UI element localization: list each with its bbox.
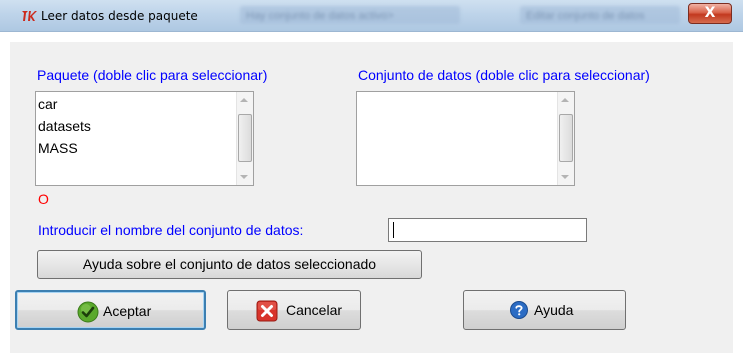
- help-button-label: Ayuda: [534, 302, 574, 318]
- packages-scrollbar[interactable]: [236, 92, 253, 185]
- cancel-button-label: Cancelar: [286, 302, 343, 318]
- title-bar[interactable]: Hay conjunto de datos activo> Editar con…: [0, 0, 743, 32]
- dialog-window: Hay conjunto de datos activo> Editar con…: [0, 0, 743, 360]
- list-item[interactable]: car: [38, 93, 91, 115]
- ok-button[interactable]: Aceptar: [15, 290, 206, 330]
- packages-list: car datasets MASS: [38, 93, 91, 159]
- help-button[interactable]: Ayuda: [463, 290, 626, 330]
- cancel-button[interactable]: Cancelar: [227, 290, 361, 330]
- scroll-down-arrow-icon[interactable]: [240, 175, 248, 179]
- dataset-name-label: Introducir el nombre del conjunto de dat…: [38, 222, 304, 238]
- dataset-name-input[interactable]: [388, 218, 587, 242]
- scroll-up-arrow-icon[interactable]: [561, 98, 569, 102]
- datasets-scrollbar[interactable]: [557, 92, 574, 185]
- packages-label: Paquete (doble clic para seleccionar): [37, 67, 268, 83]
- packages-listbox[interactable]: car datasets MASS: [35, 91, 254, 186]
- scroll-thumb[interactable]: [559, 114, 573, 162]
- ok-button-label: Aceptar: [103, 303, 152, 319]
- scroll-down-arrow-icon[interactable]: [561, 175, 569, 179]
- close-button[interactable]: X: [688, 3, 732, 24]
- datasets-listbox[interactable]: [356, 91, 575, 186]
- scroll-thumb[interactable]: [238, 114, 252, 162]
- window-title: Leer datos desde paquete: [41, 9, 198, 23]
- datasets-label: Conjunto de datos (doble clic para selec…: [358, 67, 650, 83]
- status-text: O: [38, 191, 49, 207]
- red-x-icon: [256, 300, 278, 322]
- list-item[interactable]: datasets: [38, 115, 91, 137]
- background-tab-ghost: Editar conjunto de datos: [520, 6, 680, 24]
- background-tab-ghost: Hay conjunto de datos activo>: [240, 6, 460, 24]
- scroll-up-arrow-icon[interactable]: [240, 98, 248, 102]
- list-item[interactable]: MASS: [38, 137, 91, 159]
- dataset-help-button[interactable]: Ayuda sobre el conjunto de datos selecci…: [37, 250, 422, 279]
- blue-question-icon: [510, 301, 528, 319]
- green-check-icon: [77, 301, 99, 323]
- text-caret: [393, 222, 394, 238]
- tk-feather-icon: [22, 11, 37, 21]
